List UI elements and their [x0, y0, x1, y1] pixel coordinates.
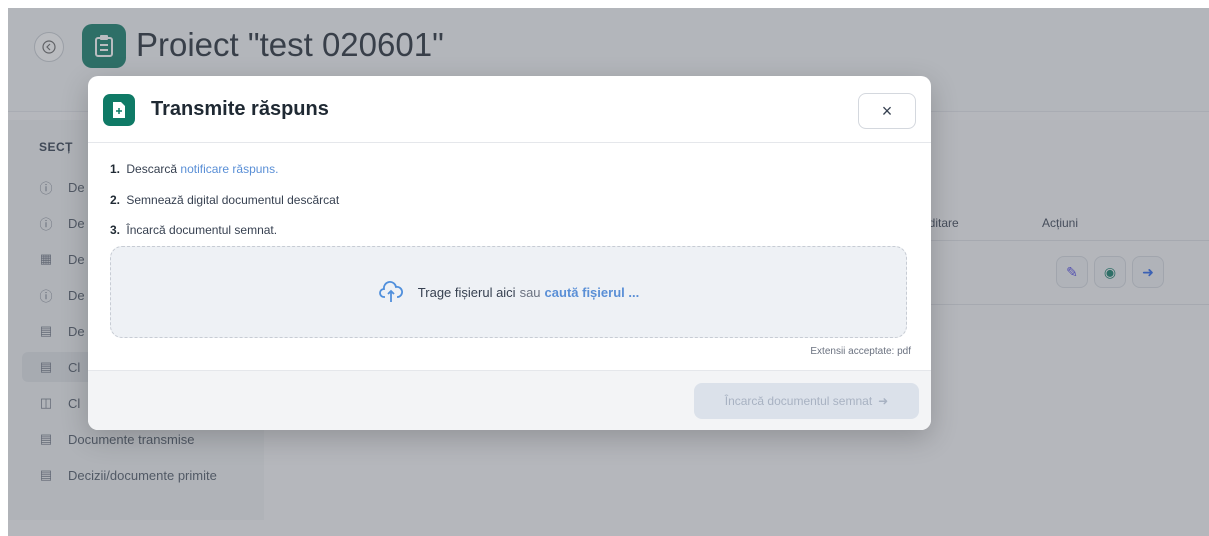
dropzone-or: sau — [519, 284, 541, 300]
file-dropzone[interactable]: Trage fișierul aici sau caută fișierul .… — [110, 246, 907, 338]
modal-title: Transmite răspuns — [151, 98, 329, 120]
step-3: 3. Încarcă documentul semnat. — [110, 223, 278, 237]
transmit-response-modal: Transmite răspuns × 1. Descarcă notifica… — [88, 76, 931, 430]
app-frame: Proiect "test 020601" SECȚ ⓘ De ⓘ De ▦ De ⓘ… — [8, 8, 1209, 536]
modal-footer: Încarcă documentul semnat ➜ — [88, 370, 931, 430]
upload-signed-document-button[interactable]: Încarcă documentul semnat ➜ — [694, 383, 919, 419]
close-button[interactable]: × — [858, 93, 916, 129]
document-icon — [103, 94, 135, 126]
dropzone-text: Trage fișierul aici — [417, 284, 516, 300]
modal-header: Transmite răspuns × — [88, 76, 931, 143]
step-1: 1. Descarcă notificare răspuns. — [110, 162, 279, 176]
cloud-upload-icon — [378, 279, 404, 305]
arrow-right-icon: ➜ — [878, 394, 889, 408]
download-notification-link[interactable]: notificare răspuns. — [180, 162, 278, 176]
browse-file-link[interactable]: caută fișierul ... — [545, 285, 640, 300]
close-icon: × — [881, 100, 893, 121]
step-2: 2. Semnează digital documentul descărcat — [110, 193, 340, 207]
accepted-extensions: Extensii acceptate: pdf — [810, 346, 911, 357]
